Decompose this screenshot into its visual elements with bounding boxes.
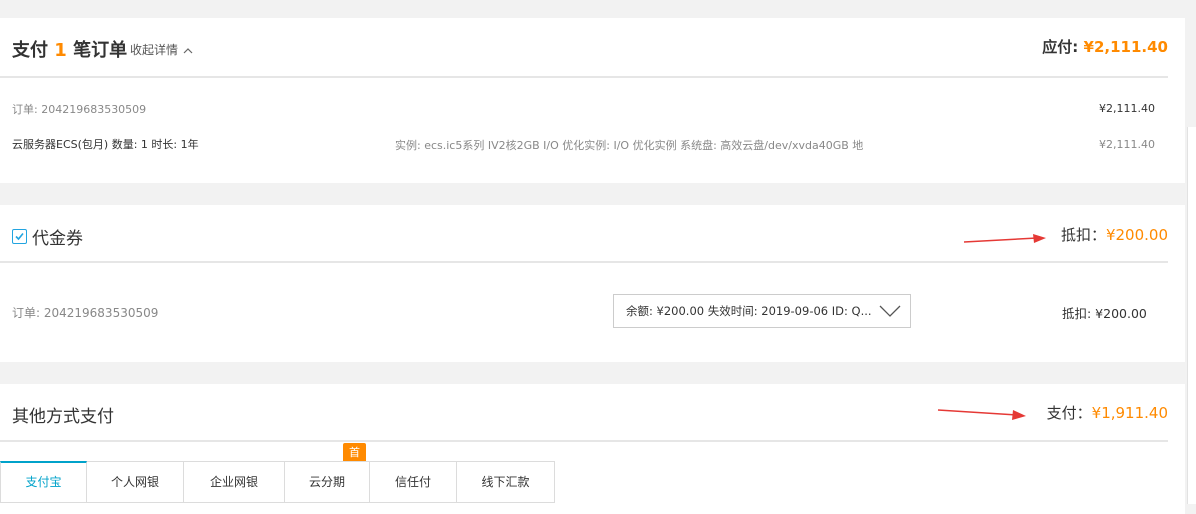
chevron-down-icon [879, 305, 901, 317]
payment-method-tabs: 支付宝 个人网银 企业网银 云分期 信任付 线下汇款 [0, 461, 555, 503]
first-badge: 首 [343, 443, 366, 467]
voucher-panel: 代金券 抵扣：¥200.00 订单: 204219683530509 余额: ¥… [0, 205, 1185, 362]
tab-installment[interactable]: 云分期 [285, 461, 370, 503]
voucher-row-deduct: 抵扣: ¥200.00 [1062, 306, 1147, 321]
scrollbar[interactable] [1187, 127, 1196, 504]
order-summary-panel: 支付 1 笔订单 收起详情 应付: ¥2,111.40 订单: 20421968… [0, 18, 1185, 183]
order-total: ¥2,111.40 [1099, 102, 1155, 115]
voucher-label: 代金券 [32, 229, 83, 249]
other-payment-total: 支付：¥1,911.40 [1046, 404, 1168, 422]
voucher-select[interactable]: 余额: ¥200.00 失效时间: 2019-09-06 ID: Q... [613, 294, 911, 328]
order-count: 1 [54, 40, 67, 61]
other-payment-label: 其他方式支付 [12, 407, 114, 427]
divider [0, 261, 1168, 263]
product-price: ¥2,111.40 [1099, 138, 1155, 151]
arrow-icon [937, 409, 1026, 420]
tab-offline-transfer[interactable]: 线下汇款 [457, 461, 555, 503]
order-id: 订单: 204219683530509 [12, 103, 147, 116]
voucher-deduct-total: 抵扣：¥200.00 [1060, 226, 1168, 244]
order-summary-title: 支付 1 笔订单 [12, 40, 128, 61]
voucher-order-id: 订单: 204219683530509 [12, 306, 159, 320]
divider [0, 76, 1168, 78]
product-line: 云服务器ECS(包月) 数量: 1 时长: 1年 [12, 138, 199, 151]
tab-personal-bank[interactable]: 个人网银 [87, 461, 184, 503]
arrow-icon [963, 234, 1046, 243]
divider [0, 440, 1168, 442]
voucher-checkbox[interactable] [12, 229, 27, 244]
tab-trust-pay[interactable]: 信任付 [370, 461, 457, 503]
other-payment-panel: 其他方式支付 支付：¥1,911.40 首 支付宝 个人网银 企业网银 云分期 … [0, 384, 1185, 514]
tab-alipay[interactable]: 支付宝 [0, 461, 87, 503]
chevron-up-icon [183, 48, 193, 54]
collapse-details-link[interactable]: 收起详情 [130, 41, 193, 58]
product-spec: 实例: ecs.ic5系列 IV2核2GB I/O 优化实例: I/O 优化实例… [395, 139, 864, 152]
checkmark-icon [15, 232, 24, 241]
tab-enterprise-bank[interactable]: 企业网银 [184, 461, 285, 503]
payable-total: 应付: ¥2,111.40 [1042, 38, 1168, 56]
